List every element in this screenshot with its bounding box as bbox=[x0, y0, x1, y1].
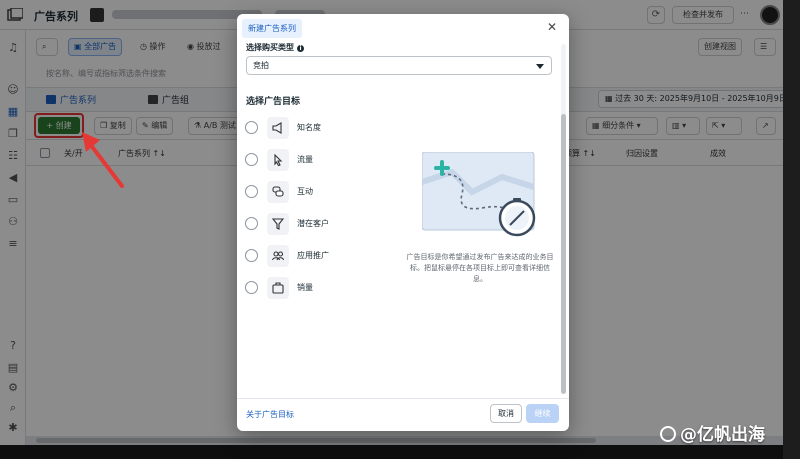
watermark: @亿帆出海 bbox=[660, 420, 765, 445]
dialog-body: 选择购买类型 i 竞拍 选择广告目标 知名度 流量 互动 潜在客户 应用推广 销… bbox=[237, 42, 559, 398]
radio-button[interactable] bbox=[245, 217, 258, 230]
objective-label: 应用推广 bbox=[297, 251, 329, 260]
new-campaign-dialog: 新建广告系列 ✕ 选择购买类型 i 竞拍 选择广告目标 知名度 流量 互动 潜在… bbox=[237, 14, 569, 431]
objective-label: 流量 bbox=[297, 155, 313, 164]
right-dark-strip bbox=[783, 0, 800, 459]
radio-button[interactable] bbox=[245, 249, 258, 262]
dialog-title: 新建广告系列 bbox=[242, 19, 302, 38]
radio-button[interactable] bbox=[245, 281, 258, 294]
watermark-text: @亿帆出海 bbox=[680, 425, 765, 445]
objective-label: 知名度 bbox=[297, 123, 321, 132]
watermark-logo-icon bbox=[660, 426, 676, 442]
dialog-scrollbar[interactable] bbox=[561, 44, 566, 394]
chat-bubbles-icon bbox=[267, 181, 289, 203]
radio-button[interactable] bbox=[245, 185, 258, 198]
dialog-scrollbar-thumb[interactable] bbox=[561, 114, 566, 394]
objective-leads[interactable]: 潜在客户 bbox=[245, 212, 385, 236]
objective-engagement[interactable]: 互动 bbox=[245, 180, 385, 204]
buy-type-label-text: 选择购买类型 bbox=[246, 43, 294, 52]
objective-label: 互动 bbox=[297, 187, 313, 196]
cancel-button[interactable]: 取消 bbox=[490, 404, 522, 423]
red-arrow-annotation bbox=[82, 132, 124, 188]
radio-button[interactable] bbox=[245, 153, 258, 166]
map-compass-illustration bbox=[422, 152, 536, 237]
buy-type-label: 选择购买类型 i bbox=[246, 42, 304, 53]
info-icon[interactable]: i bbox=[297, 45, 304, 52]
people-icon bbox=[267, 245, 289, 267]
objective-app-promotion[interactable]: 应用推广 bbox=[245, 244, 385, 268]
objective-sales[interactable]: 销量 bbox=[245, 276, 385, 300]
megaphone-icon bbox=[267, 117, 289, 139]
buy-type-select[interactable]: 竞拍 bbox=[246, 56, 552, 75]
objective-description: 广告目标是你希望通过发布广告来达成的业务目标。把鼠标悬停在各项目标上即可查看详细… bbox=[406, 253, 554, 283]
radio-button[interactable] bbox=[245, 121, 258, 134]
caret-down-icon bbox=[536, 64, 544, 69]
funnel-icon bbox=[267, 213, 289, 235]
buy-type-value: 竞拍 bbox=[253, 61, 269, 70]
dialog-header: 新建广告系列 ✕ bbox=[237, 14, 569, 42]
dialog-footer: 关于广告目标 取消 继续 bbox=[237, 398, 569, 431]
cursor-icon bbox=[267, 149, 289, 171]
objective-traffic[interactable]: 流量 bbox=[245, 148, 385, 172]
briefcase-icon bbox=[267, 277, 289, 299]
objective-heading: 选择广告目标 bbox=[246, 97, 301, 107]
close-icon[interactable]: ✕ bbox=[547, 20, 557, 34]
about-objectives-link[interactable]: 关于广告目标 bbox=[246, 409, 294, 420]
objective-label: 销量 bbox=[297, 283, 313, 292]
objective-awareness[interactable]: 知名度 bbox=[245, 116, 385, 140]
objective-label: 潜在客户 bbox=[297, 219, 329, 228]
continue-button[interactable]: 继续 bbox=[526, 404, 559, 423]
